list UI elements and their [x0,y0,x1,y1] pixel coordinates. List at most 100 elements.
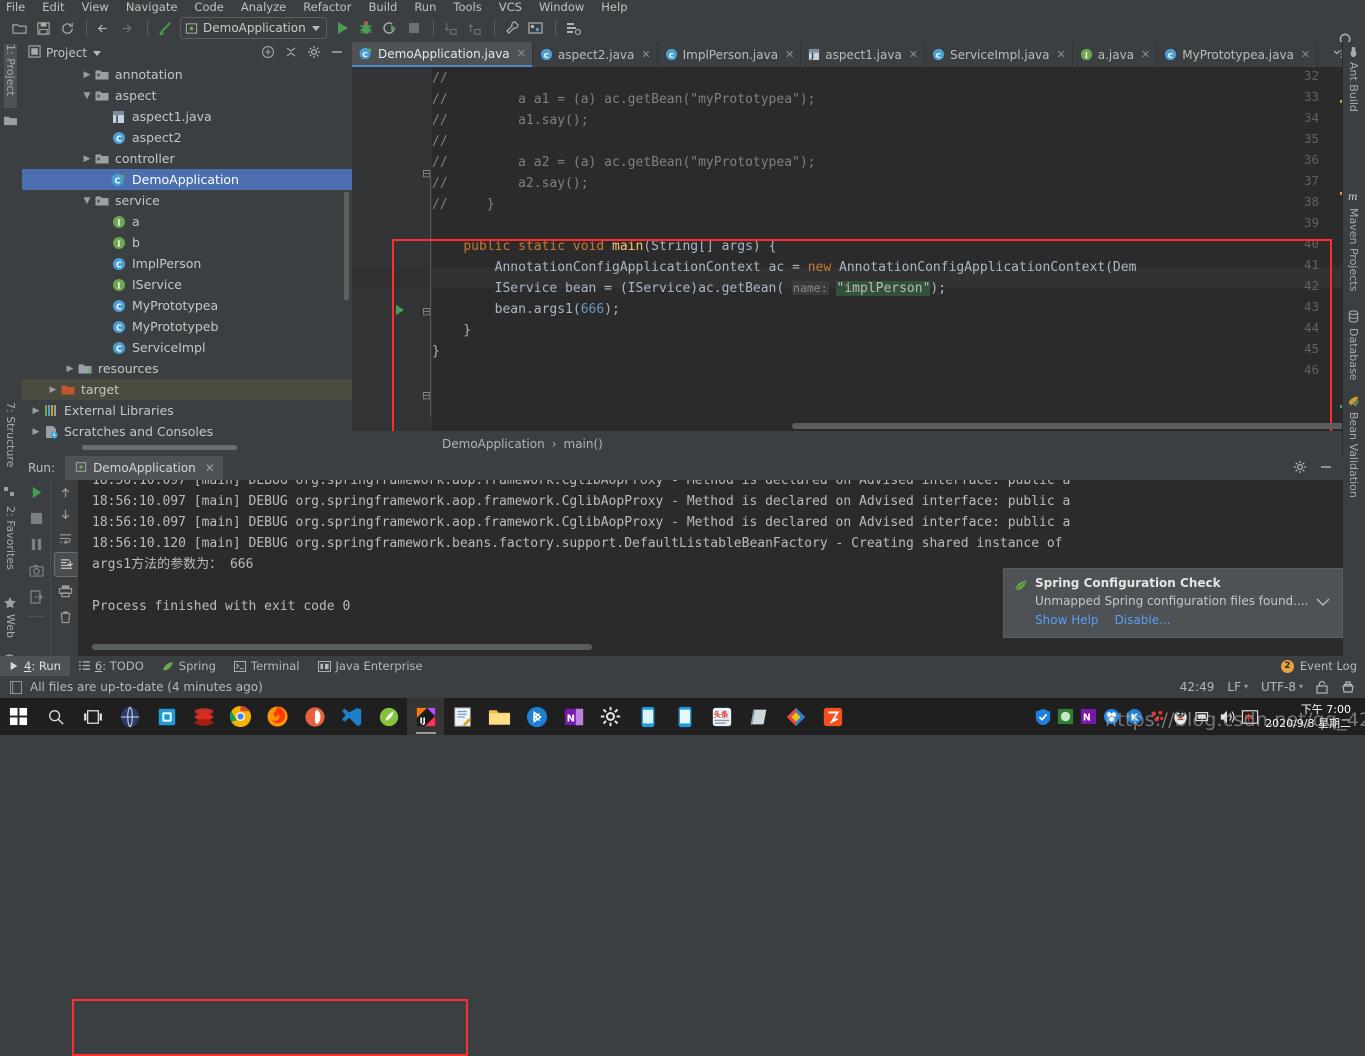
forward-icon[interactable] [117,17,139,39]
editor-tabs[interactable]: C DemoApplication.java ✕ Caspect2.java ✕ C Imp… [352,42,1365,67]
disable-link[interactable]: Disable... [1115,613,1171,627]
menu-item-vcs[interactable]: VCS [499,0,522,14]
bottom-tab-java-enterprise[interactable]: Java Enterprise [309,656,432,676]
export-icon[interactable] [28,588,45,605]
run-configuration-selector[interactable]: DemoApplication [180,17,327,39]
chevron-right-icon[interactable]: ▶ [81,70,93,80]
expand-collapse-icon[interactable] [284,45,298,62]
sidebar-item-ant-build[interactable]: Ant Build [1347,62,1360,122]
unlocked-icon[interactable] [1316,680,1328,694]
chevron-down-icon[interactable] [311,25,320,31]
breadcrumb-method[interactable]: main() [564,437,603,451]
menu-item-edit[interactable]: Edit [42,0,64,14]
sidebar-item-bean-validation[interactable]: Bean Validation [1347,412,1360,504]
show-help-link[interactable]: Show Help [1035,613,1099,627]
xmind-icon[interactable] [777,698,814,735]
task-view-icon[interactable] [74,698,111,735]
tree-item-annotation[interactable]: ▶ annotation [22,64,352,85]
print-icon[interactable] [57,582,74,599]
scroll-to-end-icon[interactable] [54,552,79,577]
chevron-right-icon[interactable]: ▶ [30,406,42,416]
project-tree[interactable]: ▶ annotation ▼ aspect Jaspect1.java Caspect… [22,64,352,449]
menu-item-navigate[interactable]: Navigate [126,0,178,14]
back-icon[interactable] [93,17,115,39]
intellij-icon[interactable]: IJ [407,698,444,735]
bottom-tab-run[interactable]: 4: Run [0,656,70,676]
line-separator-selector[interactable]: LF ▾ [1227,680,1248,694]
green-app-icon[interactable] [1054,698,1077,735]
close-icon[interactable]: ✕ [205,461,215,475]
open-icon[interactable] [8,17,30,39]
maven-icon[interactable]: m [1347,190,1360,206]
menu-item-tools[interactable]: Tools [453,0,481,14]
event-log-label[interactable]: Event Log [1300,659,1357,673]
menu-item-window[interactable]: Window [539,0,584,14]
vscode-icon[interactable] [333,698,370,735]
structure-icon[interactable] [3,486,17,501]
close-icon[interactable]: ✕ [1141,48,1150,61]
install-icon[interactable] [440,17,462,39]
menu-item-help[interactable]: Help [601,0,627,14]
sidebar-item-web[interactable]: Web [4,614,17,650]
star-icon[interactable] [3,596,17,613]
editor-tab-aspect1-java[interactable]: Jaspect1.java ✕ [801,42,926,67]
opera-icon[interactable] [296,698,333,735]
camera-icon[interactable] [28,562,45,579]
project-vertical-scrollbar[interactable] [344,192,349,300]
tree-item-aspect[interactable]: ▼ aspect [22,85,352,106]
menu-item-build[interactable]: Build [368,0,397,14]
breadcrumb-class[interactable]: DemoApplication [442,437,545,451]
store-icon[interactable] [148,698,185,735]
note-icon[interactable] [740,698,777,735]
hide-panel-icon[interactable] [330,45,344,62]
kugou-icon[interactable]: K [518,698,555,735]
editor-tab-myprototypea-java[interactable]: C MyPrototypea.java ✕ [1157,42,1318,67]
tree-item-b[interactable]: Ib [22,232,352,253]
tree-item-aspect1-java[interactable]: Jaspect1.java [22,106,352,127]
close-icon[interactable]: ✕ [1057,48,1066,61]
navicat-icon[interactable] [370,698,407,735]
console-horizontal-scrollbar[interactable] [92,644,592,650]
chevron-right-icon[interactable]: ▶ [81,154,93,164]
tree-item-external-libraries[interactable]: ▶ External Libraries [22,400,352,421]
editor-tab-implperson-java[interactable]: C ImplPerson.java ✕ [658,42,802,67]
chevron-right-icon[interactable]: ▶ [30,427,42,437]
soft-wrap-icon[interactable] [57,530,74,547]
redis-icon[interactable] [185,698,222,735]
chevron-right-icon[interactable]: ▶ [47,385,59,395]
settings-icon[interactable] [592,698,629,735]
firefox-icon[interactable] [259,698,296,735]
editor-tab-a-java[interactable]: Ia.java ✕ [1073,42,1158,67]
minimize-run-panel-icon[interactable] [1319,460,1333,477]
notepad-icon[interactable] [444,698,481,735]
shield-icon[interactable] [1031,698,1054,735]
tree-item-target[interactable]: ▶ target [22,379,352,400]
tree-item-scratches-and-consoles[interactable]: ▶ Scratches and Consoles [22,421,352,442]
tree-item-myprototypea[interactable]: C MyPrototypea [22,295,352,316]
tree-item-a[interactable]: Ia [22,211,352,232]
debug-icon[interactable] [355,17,377,39]
tree-item-serviceimpl[interactable]: C ServiceImpl [22,337,352,358]
sync-icon[interactable] [56,17,78,39]
sidebar-item-maven-projects[interactable]: Maven Projects [1347,208,1360,303]
bottom-tab-todo[interactable]: 6: TODO [70,656,153,676]
project-scope-chevron-icon[interactable] [93,50,102,56]
stop-process-icon[interactable] [28,510,45,527]
bottom-tab-spring[interactable]: Spring [153,656,225,676]
hector-icon[interactable] [1341,680,1355,694]
caret-position[interactable]: 42:49 [1180,680,1215,694]
close-icon[interactable]: ✕ [785,48,794,61]
zhihu-icon[interactable] [814,698,851,735]
tree-item-iservice[interactable]: I IService [22,274,352,295]
editor-tab-demoapplication-java[interactable]: C DemoApplication.java ✕ [352,42,533,67]
tree-item-resources[interactable]: ▶ resources [22,358,352,379]
collapse-all-icon[interactable] [261,45,275,62]
save-icon[interactable] [32,17,54,39]
close-icon[interactable]: ✕ [1301,48,1310,61]
close-icon[interactable]: ✕ [641,48,650,61]
notification-popup[interactable]: Spring Configuration Check Unmapped Spri… [1003,568,1343,638]
sidebar-item-project[interactable]: 1: Project [4,44,17,108]
project-horizontal-scrollbar[interactable] [82,445,237,450]
menu-item-refactor[interactable]: Refactor [303,0,351,14]
phone2-icon[interactable] [666,698,703,735]
